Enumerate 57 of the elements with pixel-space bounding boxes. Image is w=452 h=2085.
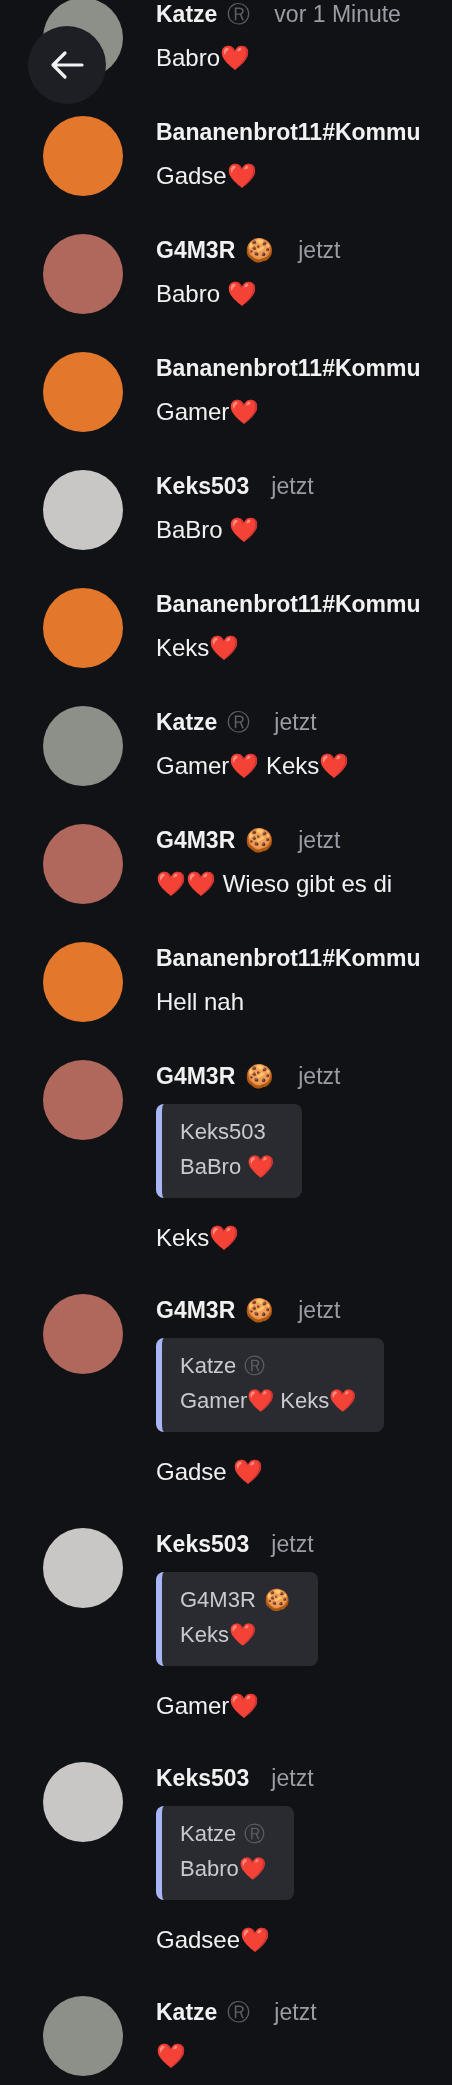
quoted-author: G4M3R: [180, 1586, 256, 1614]
message-text: Gadsee❤: [156, 1925, 272, 1955]
author-name: Keks503: [156, 472, 250, 501]
author-name: Katze: [156, 1998, 218, 2027]
message-text: Gamer❤ Keks❤: [156, 751, 351, 781]
author-name: Katze: [156, 708, 218, 737]
author-name: Bananenbrot11#Kommu: [156, 944, 421, 973]
back-arrow-icon: [50, 50, 84, 80]
message-text: Gamer❤: [156, 1691, 261, 1721]
author-name: Bananenbrot11#Kommu: [156, 354, 421, 383]
name-emoji: 🍪: [245, 1062, 275, 1091]
name-emoji: Ⓡ: [244, 1353, 266, 1379]
timestamp: jetzt: [271, 472, 314, 501]
timestamp: jetzt: [274, 1998, 317, 2027]
timestamp: vor 1 Minute: [274, 0, 401, 29]
quoted-author: Katze: [180, 1820, 237, 1848]
timestamp: jetzt: [271, 1530, 314, 1559]
name-emoji: Ⓡ: [227, 708, 251, 737]
author-name: Bananenbrot11#Kommu: [156, 590, 421, 619]
message-text: Keks❤: [156, 1223, 241, 1253]
author-name: Bananenbrot11#Kommu: [156, 118, 421, 147]
quoted-text: Gamer❤ Keks❤: [180, 1387, 357, 1415]
quoted-text: Babro❤: [180, 1855, 266, 1883]
author-name: G4M3R: [156, 236, 236, 265]
name-emoji: 🍪: [245, 826, 275, 855]
timestamp: jetzt: [274, 708, 317, 737]
timestamp: jetzt: [298, 1062, 341, 1091]
author-name: Katze: [156, 0, 218, 29]
quoted-text: BaBro ❤: [180, 1153, 275, 1181]
timestamp: jetzt: [298, 826, 341, 855]
message-text: ❤❤ Wieso gibt es di: [156, 869, 394, 899]
message-text: Babro ❤: [156, 279, 258, 309]
author-name: G4M3R: [156, 1062, 236, 1091]
message-text: Gamer❤: [156, 397, 261, 427]
message-text: Hell nah: [156, 987, 246, 1017]
name-emoji: Ⓡ: [244, 1821, 266, 1847]
message-text: Keks❤: [156, 633, 241, 663]
author-name: G4M3R: [156, 1296, 236, 1325]
name-emoji: 🍪: [263, 1587, 290, 1613]
timestamp: jetzt: [298, 236, 341, 265]
message-text: BaBro ❤: [156, 515, 261, 545]
name-emoji: 🍪: [245, 1296, 275, 1325]
quoted-author: Keks503: [180, 1118, 266, 1146]
quoted-text: Keks❤: [180, 1621, 257, 1649]
name-emoji: Ⓡ: [227, 0, 251, 29]
timestamp: jetzt: [271, 1764, 314, 1793]
quoted-author: Katze: [180, 1352, 237, 1380]
message-text: Gadse❤: [156, 161, 258, 191]
author-name: Keks503: [156, 1530, 250, 1559]
message-text: Gadse ❤: [156, 1457, 265, 1487]
message-text: Babro❤: [156, 43, 252, 73]
author-name: G4M3R: [156, 826, 236, 855]
name-emoji: Ⓡ: [227, 1998, 251, 2027]
name-emoji: 🍪: [245, 236, 275, 265]
timestamp: jetzt: [298, 1296, 341, 1325]
author-name: Keks503: [156, 1764, 250, 1793]
message-text: ❤: [156, 2041, 187, 2071]
